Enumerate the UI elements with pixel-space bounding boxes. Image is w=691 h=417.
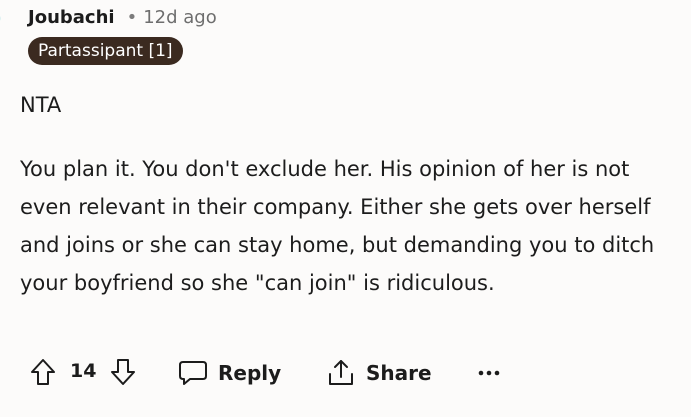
more-options-button[interactable]	[476, 358, 502, 388]
reply-button[interactable]: Reply	[178, 354, 281, 392]
comment: Joubachi • 12d ago Partassipant [1] NTA …	[0, 0, 691, 417]
comment-body: NTA You plan it. You don't exclude her. …	[20, 86, 680, 302]
comment-action-bar: 14 Reply Share	[0, 350, 691, 396]
upvote-arrow-icon	[30, 358, 56, 386]
share-icon	[326, 358, 356, 388]
downvote-arrow-icon	[110, 358, 136, 386]
vote-score: 14	[70, 360, 97, 382]
meta-separator: •	[126, 6, 138, 28]
upvote-button[interactable]	[28, 356, 58, 388]
comment-paragraph: You plan it. You don't exclude her. His …	[20, 157, 655, 295]
avatar-icon[interactable]	[0, 2, 10, 42]
comment-age[interactable]: 12d ago	[143, 7, 217, 28]
share-button[interactable]: Share	[326, 354, 432, 392]
speech-bubble-icon	[178, 359, 208, 387]
user-flair-badge: Partassipant [1]	[28, 37, 183, 65]
author-name[interactable]: Joubachi	[28, 7, 115, 28]
comment-meta: Joubachi • 12d ago	[28, 4, 217, 30]
share-label: Share	[366, 361, 432, 385]
overflow-dots-icon	[478, 370, 500, 376]
downvote-button[interactable]	[108, 356, 138, 388]
comment-paragraph: NTA	[20, 93, 62, 117]
reply-label: Reply	[218, 361, 282, 385]
